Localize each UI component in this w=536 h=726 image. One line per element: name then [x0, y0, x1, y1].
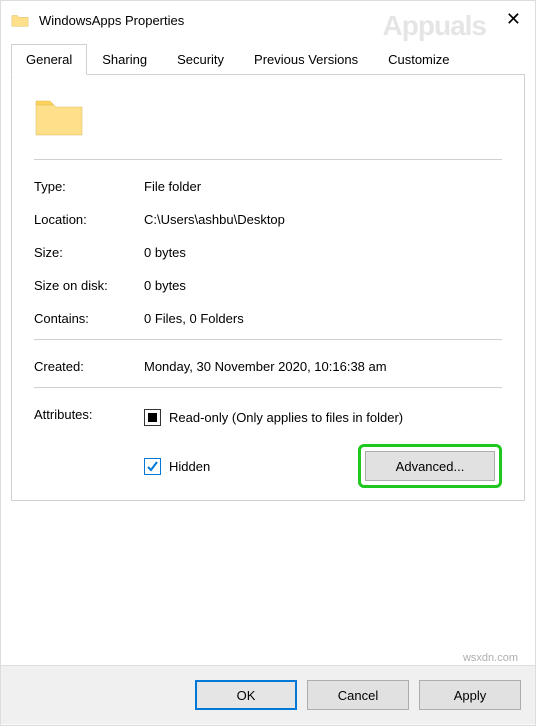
tab-security[interactable]: Security: [162, 44, 239, 75]
ok-button[interactable]: OK: [195, 680, 297, 710]
checkbox-hidden[interactable]: [144, 458, 161, 475]
label-size-on-disk: Size on disk:: [34, 278, 144, 293]
window-title: WindowsApps Properties: [39, 13, 184, 28]
close-icon[interactable]: ✕: [500, 7, 527, 32]
value-location: C:\Users\ashbu\Desktop: [144, 212, 285, 227]
label-type: Type:: [34, 179, 144, 194]
folder-large-icon: [34, 95, 84, 137]
value-type: File folder: [144, 179, 201, 194]
tab-strip: General Sharing Security Previous Versio…: [11, 43, 525, 75]
label-location: Location:: [34, 212, 144, 227]
tab-general[interactable]: General: [11, 44, 87, 75]
label-created: Created:: [34, 359, 144, 374]
tab-sharing[interactable]: Sharing: [87, 44, 162, 75]
titlebar: WindowsApps Properties ✕: [1, 1, 535, 39]
highlight-box: Advanced...: [358, 444, 502, 488]
label-size: Size:: [34, 245, 144, 260]
label-contains: Contains:: [34, 311, 144, 326]
tab-content-general: Type: File folder Location: C:\Users\ash…: [11, 75, 525, 501]
advanced-button[interactable]: Advanced...: [365, 451, 495, 481]
properties-dialog: WindowsApps Properties ✕ General Sharing…: [0, 0, 536, 726]
value-size-on-disk: 0 bytes: [144, 278, 186, 293]
dialog-button-bar: OK Cancel Apply: [1, 665, 535, 724]
value-contains: 0 Files, 0 Folders: [144, 311, 244, 326]
label-attributes: Attributes:: [34, 407, 144, 488]
tab-previous-versions[interactable]: Previous Versions: [239, 44, 373, 75]
folder-icon: [11, 12, 29, 28]
separator: [34, 159, 502, 160]
value-created: Monday, 30 November 2020, 10:16:38 am: [144, 359, 387, 374]
label-hidden: Hidden: [169, 459, 210, 474]
checkbox-readonly[interactable]: [144, 409, 161, 426]
cancel-button[interactable]: Cancel: [307, 680, 409, 710]
separator: [34, 339, 502, 340]
value-size: 0 bytes: [144, 245, 186, 260]
apply-button[interactable]: Apply: [419, 680, 521, 710]
separator: [34, 387, 502, 388]
label-readonly: Read-only (Only applies to files in fold…: [169, 410, 403, 425]
tab-customize[interactable]: Customize: [373, 44, 464, 75]
